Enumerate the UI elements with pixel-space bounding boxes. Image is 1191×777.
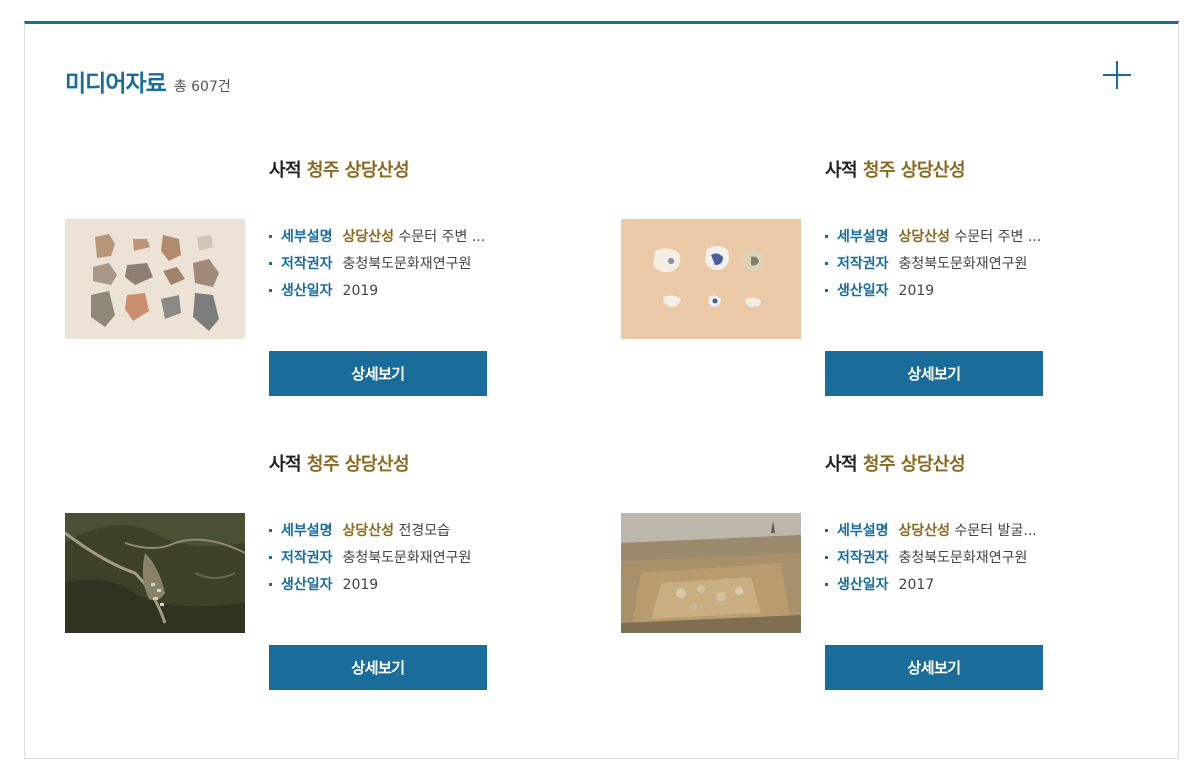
card-title-prefix: 사적 bbox=[269, 454, 302, 475]
desc-row: 세부설명 상당산성 수문터 주변 ... bbox=[825, 226, 1061, 253]
card-meta: 세부설명 상당산성 수문터 주변 ... 저작권자 충청북도문화재연구원 생산일자 2… bbox=[825, 226, 1061, 307]
panel-header: 미디어자료 총 607건 bbox=[65, 64, 231, 98]
desc-text: 수문터 주변 ... bbox=[394, 229, 486, 245]
detail-button[interactable]: 상세보기 bbox=[269, 351, 487, 396]
desc-highlight: 상당산성 bbox=[898, 523, 951, 539]
card-title-highlight: 청주 상당산성 bbox=[862, 454, 966, 475]
date-label: 생산일자 bbox=[281, 283, 333, 299]
porcelain-fragments-photo[interactable] bbox=[621, 219, 801, 339]
date-value: 2017 bbox=[898, 577, 935, 593]
date-value: 2019 bbox=[342, 283, 379, 299]
desc-label: 세부설명 bbox=[281, 229, 333, 245]
author-value: 충청북도문화재연구원 bbox=[342, 550, 472, 566]
desc-value: 상당산성 전경모습 bbox=[343, 523, 451, 539]
detail-button[interactable]: 상세보기 bbox=[825, 351, 1043, 396]
detail-button[interactable]: 상세보기 bbox=[269, 645, 487, 690]
detail-button[interactable]: 상세보기 bbox=[825, 645, 1043, 690]
desc-value: 상당산성 수문터 주변 ... bbox=[899, 229, 1042, 245]
plus-icon[interactable] bbox=[1102, 60, 1132, 90]
desc-label: 세부설명 bbox=[837, 523, 889, 539]
desc-row: 세부설명 상당산성 전경모습 bbox=[269, 520, 505, 547]
card-title-prefix: 사적 bbox=[825, 160, 858, 181]
author-label: 저작권자 bbox=[837, 256, 889, 272]
pottery-shards-photo[interactable] bbox=[65, 219, 245, 339]
card-title-highlight: 청주 상당산성 bbox=[306, 454, 410, 475]
desc-text: 전경모습 bbox=[394, 523, 451, 539]
media-card: 사적 청주 상당산성 세부설명 상당산성 전경모습 저작권자 충청북도문화재연구… bbox=[65, 450, 505, 695]
desc-highlight: 상당산성 bbox=[342, 523, 395, 539]
card-meta: 세부설명 상당산성 수문터 주변 ... 저작권자 충청북도문화재연구원 생산일자 2… bbox=[269, 226, 505, 307]
desc-highlight: 상당산성 bbox=[898, 229, 951, 245]
date-row: 생산일자 2019 bbox=[825, 280, 1061, 307]
media-card: 사적 청주 상당산성 세부설명 상당산성 수문터 주변 ... 저작권자 충청북… bbox=[621, 156, 1061, 401]
desc-value: 상당산성 수문터 발굴... bbox=[899, 523, 1037, 539]
media-card: 사적 청주 상당산성 세부설명 상당산성 수문터 발굴... 저작권자 충청북도… bbox=[621, 450, 1061, 695]
date-row: 생산일자 2017 bbox=[825, 574, 1061, 601]
date-row: 생산일자 2019 bbox=[269, 280, 505, 307]
author-row: 저작권자 충청북도문화재연구원 bbox=[269, 253, 505, 280]
author-label: 저작권자 bbox=[281, 256, 333, 272]
date-label: 생산일자 bbox=[837, 283, 889, 299]
card-title-prefix: 사적 bbox=[269, 160, 302, 181]
card-meta: 세부설명 상당산성 전경모습 저작권자 충청북도문화재연구원 생산일자 2019 bbox=[269, 520, 505, 601]
author-row: 저작권자 충청북도문화재연구원 bbox=[825, 547, 1061, 574]
date-value: 2019 bbox=[342, 577, 379, 593]
date-label: 생산일자 bbox=[837, 577, 889, 593]
excavation-site-photo[interactable] bbox=[621, 513, 801, 633]
card-title[interactable]: 사적 청주 상당산성 bbox=[825, 156, 966, 182]
media-panel: 미디어자료 총 607건 사적 청주 상당산성 세부설명 상당산성 수문터 주변… bbox=[24, 21, 1179, 759]
desc-row: 세부설명 상당산성 수문터 주변 ... bbox=[269, 226, 505, 253]
desc-text: 수문터 주변 ... bbox=[950, 229, 1042, 245]
card-title[interactable]: 사적 청주 상당산성 bbox=[269, 450, 410, 476]
desc-value: 상당산성 수문터 주변 ... bbox=[343, 229, 486, 245]
aerial-view-photo[interactable] bbox=[65, 513, 245, 633]
desc-label: 세부설명 bbox=[837, 229, 889, 245]
card-meta: 세부설명 상당산성 수문터 발굴... 저작권자 충청북도문화재연구원 생산일자 20… bbox=[825, 520, 1061, 601]
desc-label: 세부설명 bbox=[281, 523, 333, 539]
total-count: 총 607건 bbox=[173, 79, 231, 95]
desc-text: 수문터 발굴... bbox=[950, 523, 1037, 539]
author-row: 저작권자 충청북도문화재연구원 bbox=[825, 253, 1061, 280]
media-card: 사적 청주 상당산성 세부설명 상당산성 수문터 주변 ... 저작권자 충청북… bbox=[65, 156, 505, 401]
desc-highlight: 상당산성 bbox=[342, 229, 395, 245]
author-value: 충청북도문화재연구원 bbox=[898, 256, 1028, 272]
card-title-highlight: 청주 상당산성 bbox=[862, 160, 966, 181]
card-title-highlight: 청주 상당산성 bbox=[306, 160, 410, 181]
date-label: 생산일자 bbox=[281, 577, 333, 593]
author-label: 저작권자 bbox=[281, 550, 333, 566]
author-value: 충청북도문화재연구원 bbox=[342, 256, 472, 272]
panel-title: 미디어자료 bbox=[65, 71, 167, 97]
date-value: 2019 bbox=[898, 283, 935, 299]
card-title[interactable]: 사적 청주 상당산성 bbox=[825, 450, 966, 476]
author-label: 저작권자 bbox=[837, 550, 889, 566]
card-title-prefix: 사적 bbox=[825, 454, 858, 475]
author-row: 저작권자 충청북도문화재연구원 bbox=[269, 547, 505, 574]
date-row: 생산일자 2019 bbox=[269, 574, 505, 601]
desc-row: 세부설명 상당산성 수문터 발굴... bbox=[825, 520, 1061, 547]
author-value: 충청북도문화재연구원 bbox=[898, 550, 1028, 566]
card-title[interactable]: 사적 청주 상당산성 bbox=[269, 156, 410, 182]
